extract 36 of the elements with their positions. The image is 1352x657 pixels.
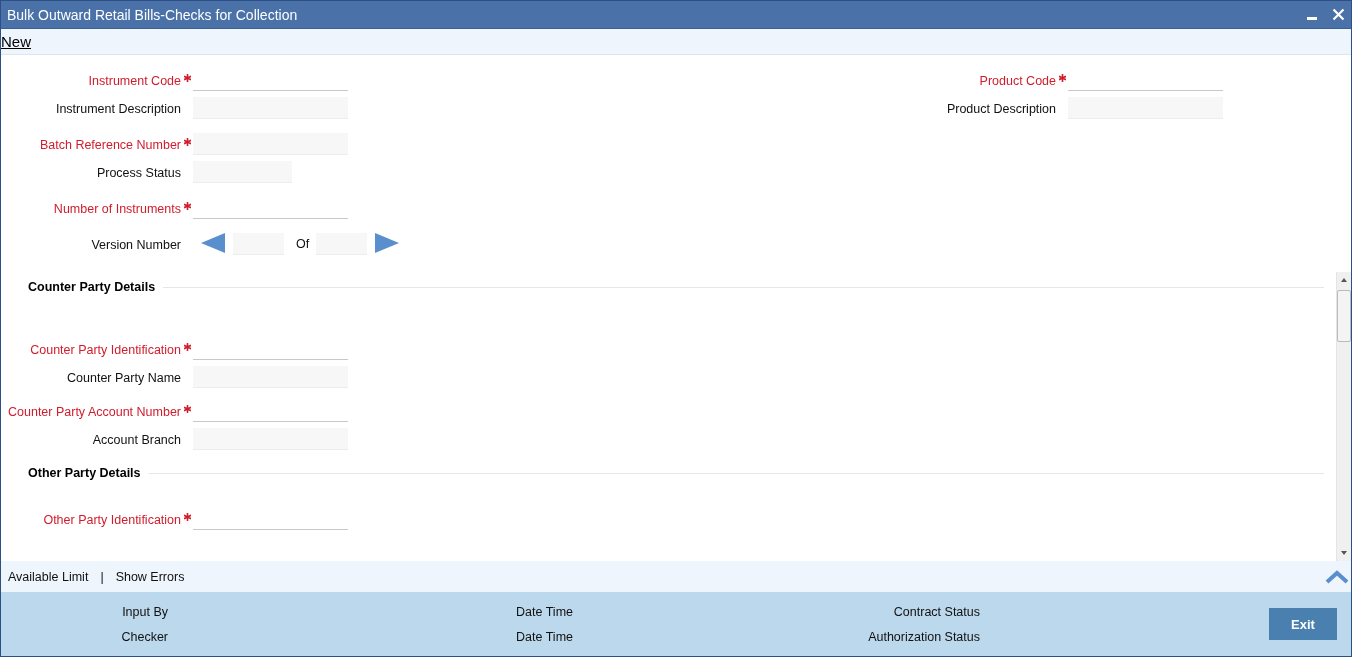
field-label: Of xyxy=(295,236,311,251)
next-arrow-icon[interactable] xyxy=(375,233,400,253)
audit-label: Checker xyxy=(120,629,168,644)
window-title: Bulk Outward Retail Bills-Checks for Collection xyxy=(7,6,299,23)
field-label: Product Description xyxy=(945,101,1056,117)
field-label: Other Party Identification xyxy=(42,512,181,528)
field-label: Product Code xyxy=(978,73,1056,89)
previous-arrow-icon[interactable] xyxy=(201,233,225,253)
available-limit-link[interactable]: Available Limit xyxy=(8,569,89,584)
scrollbar[interactable] xyxy=(1336,272,1351,561)
new-link[interactable]: New xyxy=(1,33,31,50)
exit-button[interactable]: Exit xyxy=(1269,608,1337,640)
field-label: Batch Reference Number xyxy=(38,137,181,153)
scroll-up-icon[interactable] xyxy=(1340,276,1348,284)
scroll-thumb[interactable] xyxy=(1337,290,1351,342)
audit-label: Authorization Status xyxy=(867,629,980,644)
field-label: Number of Instruments xyxy=(52,201,181,217)
field-label: Version Number xyxy=(90,237,181,253)
collapse-chevron-icon[interactable] xyxy=(1325,569,1349,584)
audit-label: Contract Status xyxy=(892,604,980,619)
audit-label: Input By xyxy=(121,604,168,619)
field-label: Process Status xyxy=(95,165,181,181)
scroll-down-icon[interactable] xyxy=(1340,549,1348,557)
field-label: Instrument Code xyxy=(87,73,181,89)
field-label: Account Branch xyxy=(91,432,181,448)
section-title: Counter Party Details xyxy=(27,280,157,294)
field-label: Instrument Description xyxy=(54,101,181,117)
show-errors-link[interactable]: Show Errors xyxy=(115,569,185,584)
field-label: Counter Party Account Number xyxy=(7,404,181,420)
close-icon[interactable] xyxy=(1332,8,1345,21)
audit-label: Date Time xyxy=(515,604,573,619)
section-title: Other Party Details xyxy=(27,466,142,480)
field-label: Counter Party Identification xyxy=(29,342,181,358)
audit-label: Date Time xyxy=(515,629,573,644)
field-label: Counter Party Name xyxy=(66,370,181,386)
link-separator: | xyxy=(100,569,104,584)
